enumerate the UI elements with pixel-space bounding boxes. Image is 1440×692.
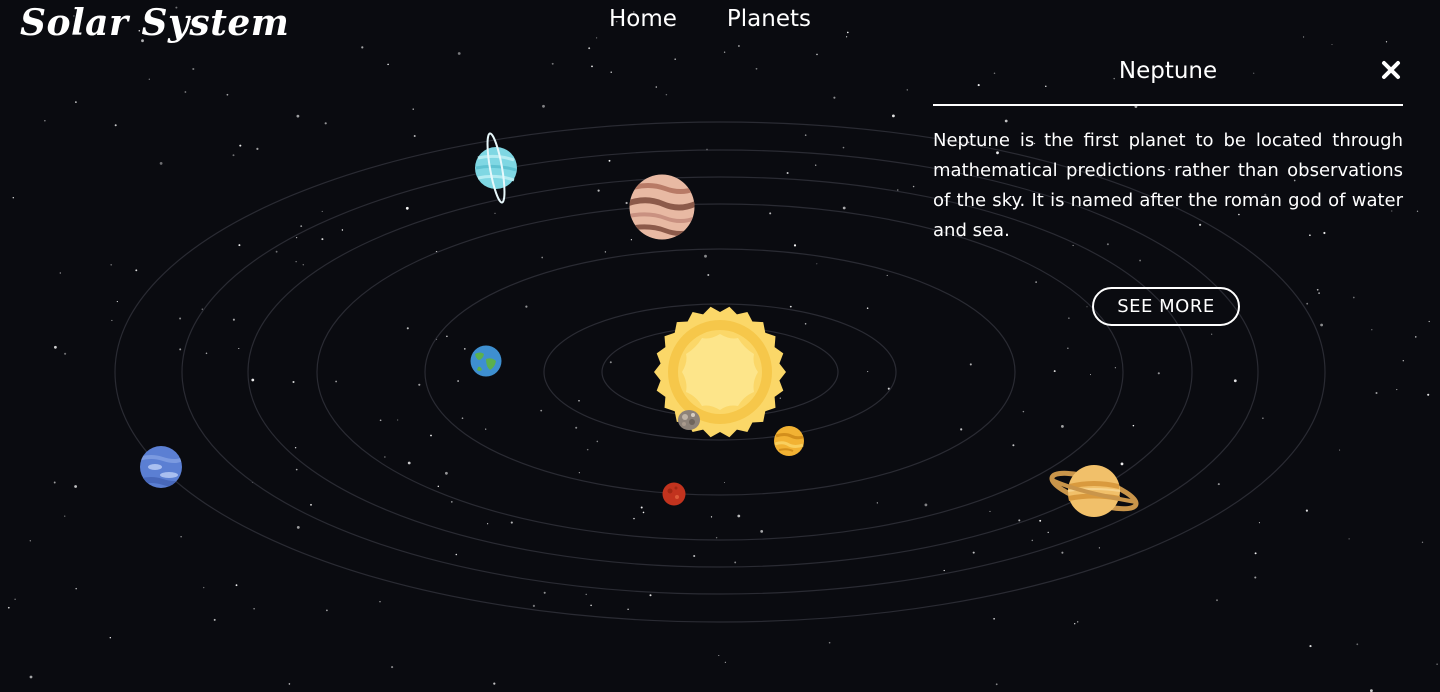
- neptune[interactable]: [139, 445, 183, 489]
- solar-system-stage: Solar System Home Planets Neptune Neptun…: [0, 0, 1440, 692]
- see-more-button[interactable]: SEE MORE: [1092, 287, 1240, 326]
- mercury[interactable]: [677, 409, 701, 431]
- brand-logo[interactable]: Solar System: [20, 2, 289, 44]
- info-panel-description: Neptune is the first planet to be locate…: [933, 130, 1403, 241]
- nav-planets-link[interactable]: Planets: [727, 6, 811, 32]
- close-icon[interactable]: [1379, 58, 1403, 82]
- venus[interactable]: [773, 426, 805, 456]
- main-nav: Home Planets: [609, 6, 811, 32]
- info-panel-header: Neptune: [933, 52, 1403, 106]
- earth[interactable]: [470, 345, 502, 377]
- mars[interactable]: [662, 482, 686, 506]
- info-panel-title: Neptune: [1118, 58, 1218, 84]
- nav-home-link[interactable]: Home: [609, 6, 677, 32]
- uranus[interactable]: [472, 130, 522, 206]
- saturn[interactable]: [1048, 460, 1140, 522]
- planet-info-panel: Neptune Neptune is the first planet to b…: [933, 52, 1403, 326]
- sun[interactable]: [652, 304, 788, 440]
- jupiter[interactable]: [629, 174, 695, 240]
